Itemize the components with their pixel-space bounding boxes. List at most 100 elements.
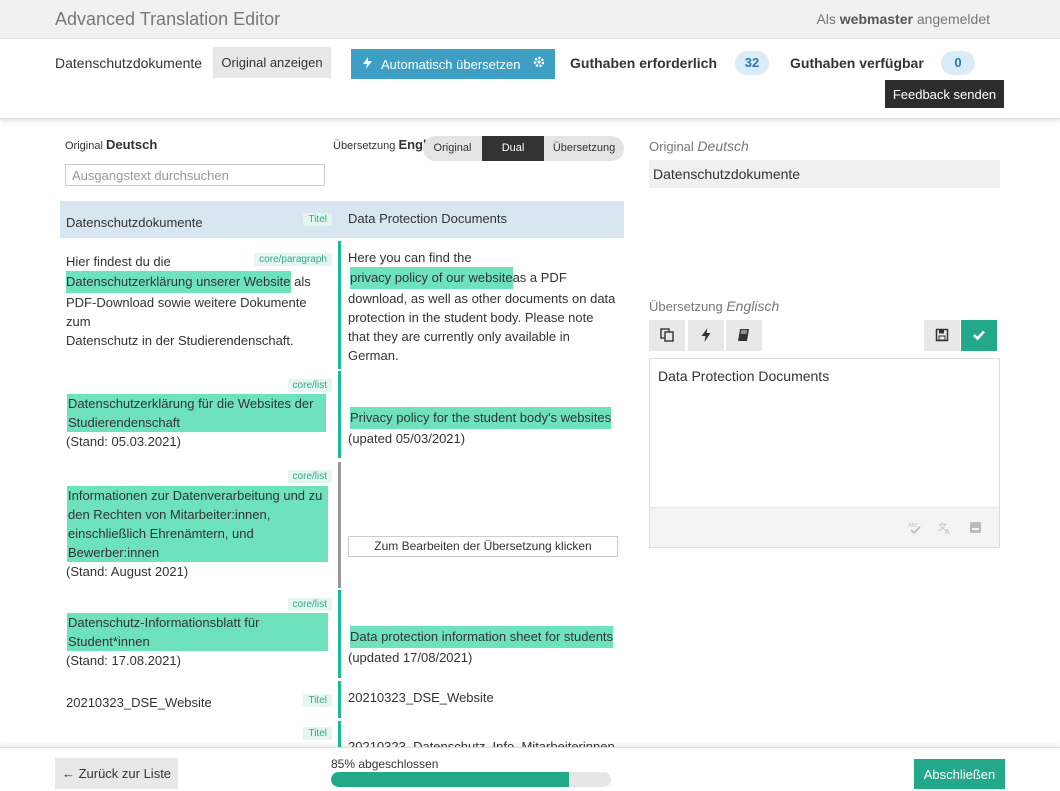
editor-original-prefix: Original	[649, 139, 694, 154]
view-option-translation[interactable]: Übersetzung	[544, 136, 624, 161]
segment-source: 20210323_DSE_Website	[66, 695, 212, 710]
source-highlight: Datenschutzerklärung für die Websites de…	[67, 394, 326, 432]
segment-source: Datenschutzdokumente	[66, 215, 203, 230]
source-text: Student*innen	[68, 634, 150, 649]
segment-source: Datenschutzerklärung für die Websites de…	[60, 394, 336, 451]
segment-source: Informationen zur Datenverarbeitung und …	[60, 486, 336, 581]
target-highlight: privacy policy of our website	[350, 267, 513, 289]
credits-required-label: Guthaben erforderlich	[570, 55, 718, 71]
target-text: (updated 17/08/2021)	[348, 650, 473, 665]
segment-row[interactable]: core/list Datenschutzerklärung für die W…	[60, 371, 624, 458]
progress-fill	[331, 772, 569, 787]
source-search-input[interactable]	[65, 164, 325, 186]
show-original-button[interactable]: Original anzeigen	[213, 47, 331, 78]
segment-row[interactable]: 20210323_DSE_Website Titel 20210323_DSE_…	[60, 681, 624, 718]
bolt-icon	[363, 57, 372, 72]
glossary-button[interactable]	[726, 320, 762, 351]
segment-row[interactable]: core/paragraph Hier findest du die Daten…	[60, 241, 624, 369]
comment-icon[interactable]	[969, 521, 982, 537]
editor-footer-bar: ← Zurück zur Liste 85% abgeschlossen Abs…	[0, 747, 1060, 791]
translation-editor-text[interactable]: Data Protection Documents	[658, 368, 829, 384]
credits-available-label: Guthaben verfügbar	[790, 55, 924, 71]
back-to-list-button[interactable]: ← Zurück zur Liste	[55, 758, 178, 789]
editor-original-language: Deutsch	[697, 138, 749, 154]
document-name: Datenschutzdokumente	[55, 55, 203, 71]
segment-tag: Titel	[303, 727, 332, 740]
target-text: that they are currently only available i…	[348, 329, 570, 344]
segment-source: Hier findest du die Datenschutzerklärung…	[60, 252, 336, 350]
source-text: Datenschutz in der Studierendenschaft.	[66, 333, 294, 348]
gear-icon[interactable]	[533, 56, 545, 71]
source-text: Informationen zur Datenverarbeitung und …	[68, 488, 323, 503]
target-text: (upated 05/03/2021)	[348, 431, 466, 446]
save-button[interactable]	[924, 320, 960, 351]
progress-label: 85% abgeschlossen	[331, 757, 439, 771]
login-prefix: Als	[816, 11, 836, 27]
segment-target[interactable]: 20210323_DSE_Website	[342, 688, 624, 707]
segment-divider	[338, 681, 341, 718]
target-column-header: Übersetzung Engl	[333, 137, 427, 152]
segment-target[interactable]: Data protection information sheet for st…	[342, 626, 624, 667]
language-icon[interactable]: 文A	[938, 521, 952, 538]
segment-row[interactable]: core/list Datenschutz-Informationsblatt …	[60, 590, 624, 678]
machine-translate-button[interactable]	[688, 320, 724, 351]
auto-translate-label: Automatisch übersetzen	[381, 57, 521, 72]
confirm-button[interactable]	[961, 320, 997, 351]
segment-tag: core/list	[287, 470, 332, 483]
spellcheck-icon[interactable]: ABC	[908, 521, 922, 538]
source-prefix: Original	[65, 140, 103, 152]
app-title: Advanced Translation Editor	[55, 9, 281, 29]
source-highlight: Datenschutzerklärung unserer Website	[66, 271, 291, 293]
source-text: (Stand: 05.03.2021)	[66, 434, 181, 449]
source-language: Deutsch	[105, 137, 158, 152]
segment-target[interactable]: Here you can find the privacy policy of …	[342, 248, 624, 365]
target-text: as a PDF	[512, 270, 567, 285]
segment-tag: core/list	[287, 598, 332, 611]
source-text: Studierendenschaft	[68, 415, 181, 430]
view-mode-toggle: Original Dual Übersetzung	[423, 136, 624, 161]
segment-divider	[338, 590, 341, 678]
segment-tag: Titel	[303, 694, 332, 707]
editor-header: Datenschutzdokumente Original anzeigen A…	[0, 39, 1060, 119]
source-text: Datenschutz-Informationsblatt für	[68, 615, 260, 630]
source-text: Bewerber:innen	[68, 545, 160, 560]
login-status: Als webmaster angemeldet	[816, 11, 990, 27]
segment-target[interactable]: Data Protection Documents	[342, 209, 624, 228]
segment-row[interactable]: Datenschutzdokumente Titel Data Protecti…	[60, 201, 624, 238]
auto-translate-button[interactable]: Automatisch übersetzen	[351, 49, 555, 79]
target-highlight: Privacy policy for the student body's we…	[350, 407, 612, 429]
editor-original-text: Datenschutzdokumente	[649, 160, 1000, 188]
check-icon	[973, 330, 985, 341]
finish-button[interactable]: Abschließen	[914, 759, 1005, 789]
save-icon	[935, 328, 949, 342]
editor-translation-prefix: Übersetzung	[649, 299, 723, 314]
source-text: (Stand: 17.08.2021)	[66, 653, 181, 668]
feedback-button[interactable]: Feedback senden	[885, 80, 1004, 108]
svg-text:ABC: ABC	[908, 523, 919, 529]
target-text: download, as well as other documents on …	[348, 291, 616, 306]
source-highlight: Informationen zur Datenverarbeitung und …	[67, 486, 328, 562]
translation-editor[interactable]: Data Protection Documents ABC 文A	[649, 358, 1000, 548]
click-to-edit-placeholder[interactable]: Zum Bearbeiten der Übersetzung klicken	[348, 536, 618, 557]
segment-list: Datenschutzdokumente Titel Data Protecti…	[60, 201, 624, 747]
source-text: (Stand: August 2021)	[66, 564, 189, 579]
editor-original-header: Original Deutsch	[649, 138, 749, 154]
segment-tag: core/list	[287, 379, 332, 392]
source-column-header: Original Deutsch	[65, 137, 157, 152]
source-text: einschließlich Ehrenämtern, und	[68, 526, 254, 541]
login-suffix: angemeldet	[916, 11, 990, 27]
target-highlight: Data protection information sheet for st…	[350, 626, 614, 648]
copy-source-button[interactable]	[649, 320, 685, 351]
segment-row[interactable]: Titel 20210323_Datenschutz_Info_Mitarbei…	[60, 721, 624, 747]
source-text: Datenschutzerklärung für die Websites de…	[68, 396, 314, 411]
segment-target[interactable]: 20210323_Datenschutz_Info_Mitarbeiterinn…	[342, 737, 624, 747]
segment-tag: Titel	[303, 213, 332, 226]
target-text: protection in the student body. Please n…	[348, 310, 594, 325]
login-username[interactable]: webmaster	[840, 11, 913, 27]
segment-target[interactable]: Privacy policy for the student body's we…	[342, 407, 624, 448]
view-option-dual[interactable]: Dual	[482, 136, 544, 161]
segment-row[interactable]: core/list Informationen zur Datenverarbe…	[60, 462, 624, 588]
editor-footer: ABC 文A	[650, 507, 999, 547]
segment-divider	[338, 371, 341, 458]
view-option-original[interactable]: Original	[423, 136, 482, 161]
